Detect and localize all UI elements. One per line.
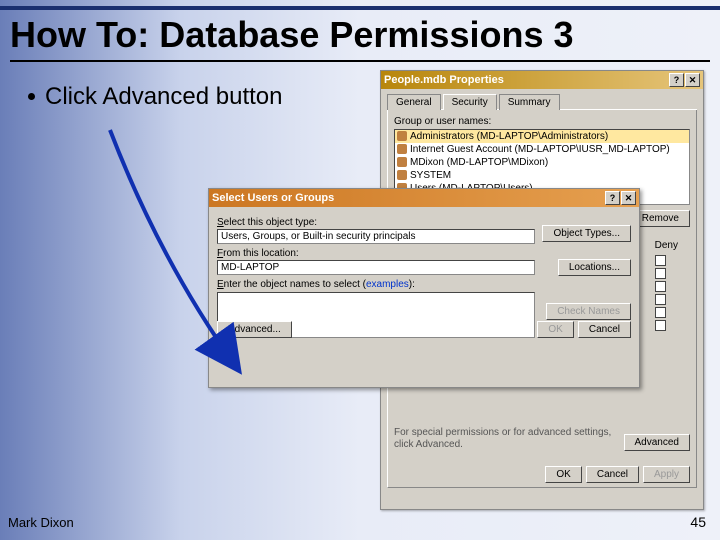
select-bottom-buttons: Advanced... OK Cancel [217, 321, 631, 338]
object-type-field[interactable]: Users, Groups, or Built-in security prin… [217, 229, 535, 244]
locations-button[interactable]: Locations... [558, 259, 631, 276]
properties-tabs: General Security Summary [387, 93, 697, 110]
properties-bottom-buttons: OK Cancel Apply [545, 466, 690, 483]
footer-author: Mark Dixon [8, 515, 74, 530]
tab-security[interactable]: Security [443, 94, 497, 110]
advanced-button[interactable]: Advanced... [217, 321, 292, 338]
deny-checkbox[interactable] [655, 307, 666, 318]
group-user-label: Group or user names: [394, 116, 690, 127]
list-item[interactable]: Administrators (MD-LAPTOP\Administrators… [395, 130, 689, 143]
close-button[interactable]: ✕ [621, 191, 636, 205]
bullet-icon [28, 93, 35, 100]
user-icon [397, 170, 407, 180]
properties-title: People.mdb Properties [384, 74, 668, 86]
select-titlebar[interactable]: Select Users or Groups ? ✕ [209, 189, 639, 207]
ok-button[interactable]: OK [545, 466, 581, 483]
tab-general[interactable]: General [387, 94, 441, 110]
slide-bullet: Click Advanced button [28, 82, 282, 112]
ok-button[interactable]: OK [537, 321, 573, 338]
apply-button[interactable]: Apply [643, 466, 690, 483]
deny-label: Deny [655, 240, 678, 251]
help-button[interactable]: ? [605, 191, 620, 205]
properties-advanced-button[interactable]: Advanced [624, 434, 690, 451]
advanced-hint: For special permissions or for advanced … [394, 427, 616, 451]
deny-checkbox[interactable] [655, 320, 666, 331]
object-names-label: Enter the object names to select (exampl… [217, 279, 631, 290]
bullet-text: Click Advanced button [45, 83, 282, 110]
user-icon [397, 144, 407, 154]
check-names-button[interactable]: Check Names [546, 303, 631, 320]
deny-checkbox[interactable] [655, 281, 666, 292]
tab-summary[interactable]: Summary [499, 94, 560, 110]
deny-column: Deny [655, 240, 678, 331]
user-group-icon [397, 131, 407, 141]
user-icon [397, 157, 407, 167]
deny-checkbox[interactable] [655, 255, 666, 266]
list-item[interactable]: MDixon (MD-LAPTOP\MDixon) [395, 156, 689, 169]
cancel-button[interactable]: Cancel [586, 466, 639, 483]
slide-divider [0, 6, 720, 10]
cancel-button[interactable]: Cancel [578, 321, 631, 338]
deny-checkbox[interactable] [655, 268, 666, 279]
select-users-dialog: Select Users or Groups ? ✕ SSelect this … [208, 188, 640, 388]
select-body: SSelect this object type:elect this obje… [209, 207, 639, 344]
properties-titlebar[interactable]: People.mdb Properties ? ✕ [381, 71, 703, 89]
examples-link[interactable]: examples [366, 279, 409, 290]
slide-title: How To: Database Permissions 3 [10, 14, 710, 62]
close-button[interactable]: ✕ [685, 73, 700, 87]
help-button[interactable]: ? [669, 73, 684, 87]
select-title: Select Users or Groups [212, 192, 604, 204]
object-types-button[interactable]: Object Types... [542, 225, 631, 242]
location-label: From this location: [217, 248, 631, 259]
location-field[interactable]: MD-LAPTOP [217, 260, 535, 275]
list-item[interactable]: Internet Guest Account (MD-LAPTOP\IUSR_M… [395, 143, 689, 156]
footer-page-number: 45 [690, 514, 706, 530]
list-item[interactable]: SYSTEM [395, 169, 689, 182]
deny-checkbox[interactable] [655, 294, 666, 305]
